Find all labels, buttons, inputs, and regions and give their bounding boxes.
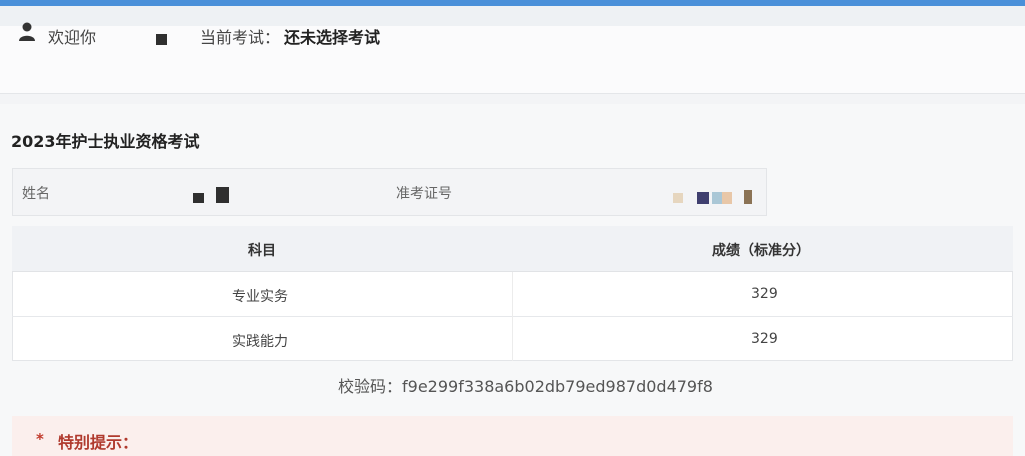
- exam-title: 2023年护士执业资格考试: [11, 132, 200, 151]
- table-row-score: 329: [751, 286, 778, 302]
- column-subject: 科目: [248, 243, 276, 259]
- name-label: 姓名: [22, 186, 50, 202]
- column-divider: [512, 272, 513, 361]
- welcome-text: 欢迎你: [48, 28, 97, 47]
- candidate-info: [12, 168, 767, 216]
- header: [0, 26, 1025, 94]
- table-row-score: 329: [751, 331, 778, 347]
- redacted-id-4: [722, 192, 732, 204]
- notice-asterisk: *: [36, 430, 44, 448]
- redacted-id-1: [673, 193, 683, 203]
- redacted-id-2: [697, 192, 709, 204]
- redacted-id-3: [712, 192, 722, 204]
- column-score: 成绩（标准分）: [712, 243, 810, 259]
- special-notice: [12, 416, 1013, 456]
- notice-title: 特别提示：: [58, 433, 139, 452]
- redacted-id-5: [744, 190, 752, 204]
- admission-id-label: 准考证号: [396, 186, 452, 202]
- top-band: [0, 6, 1025, 26]
- redacted-username: [156, 34, 167, 45]
- score-table-header: [12, 226, 1013, 272]
- redacted-name-1: [193, 193, 204, 203]
- checksum-text: 校验码：f9e299f338a6b02db79ed987d0d479f8: [338, 377, 713, 396]
- redacted-name-2: [216, 187, 229, 203]
- table-row-subject: 专业实务: [232, 289, 288, 305]
- current-exam-label: 当前考试：: [200, 28, 281, 47]
- user-icon: [19, 22, 35, 41]
- current-exam-value[interactable]: 还未选择考试: [284, 24, 380, 48]
- table-row-subject: 实践能力: [232, 334, 288, 350]
